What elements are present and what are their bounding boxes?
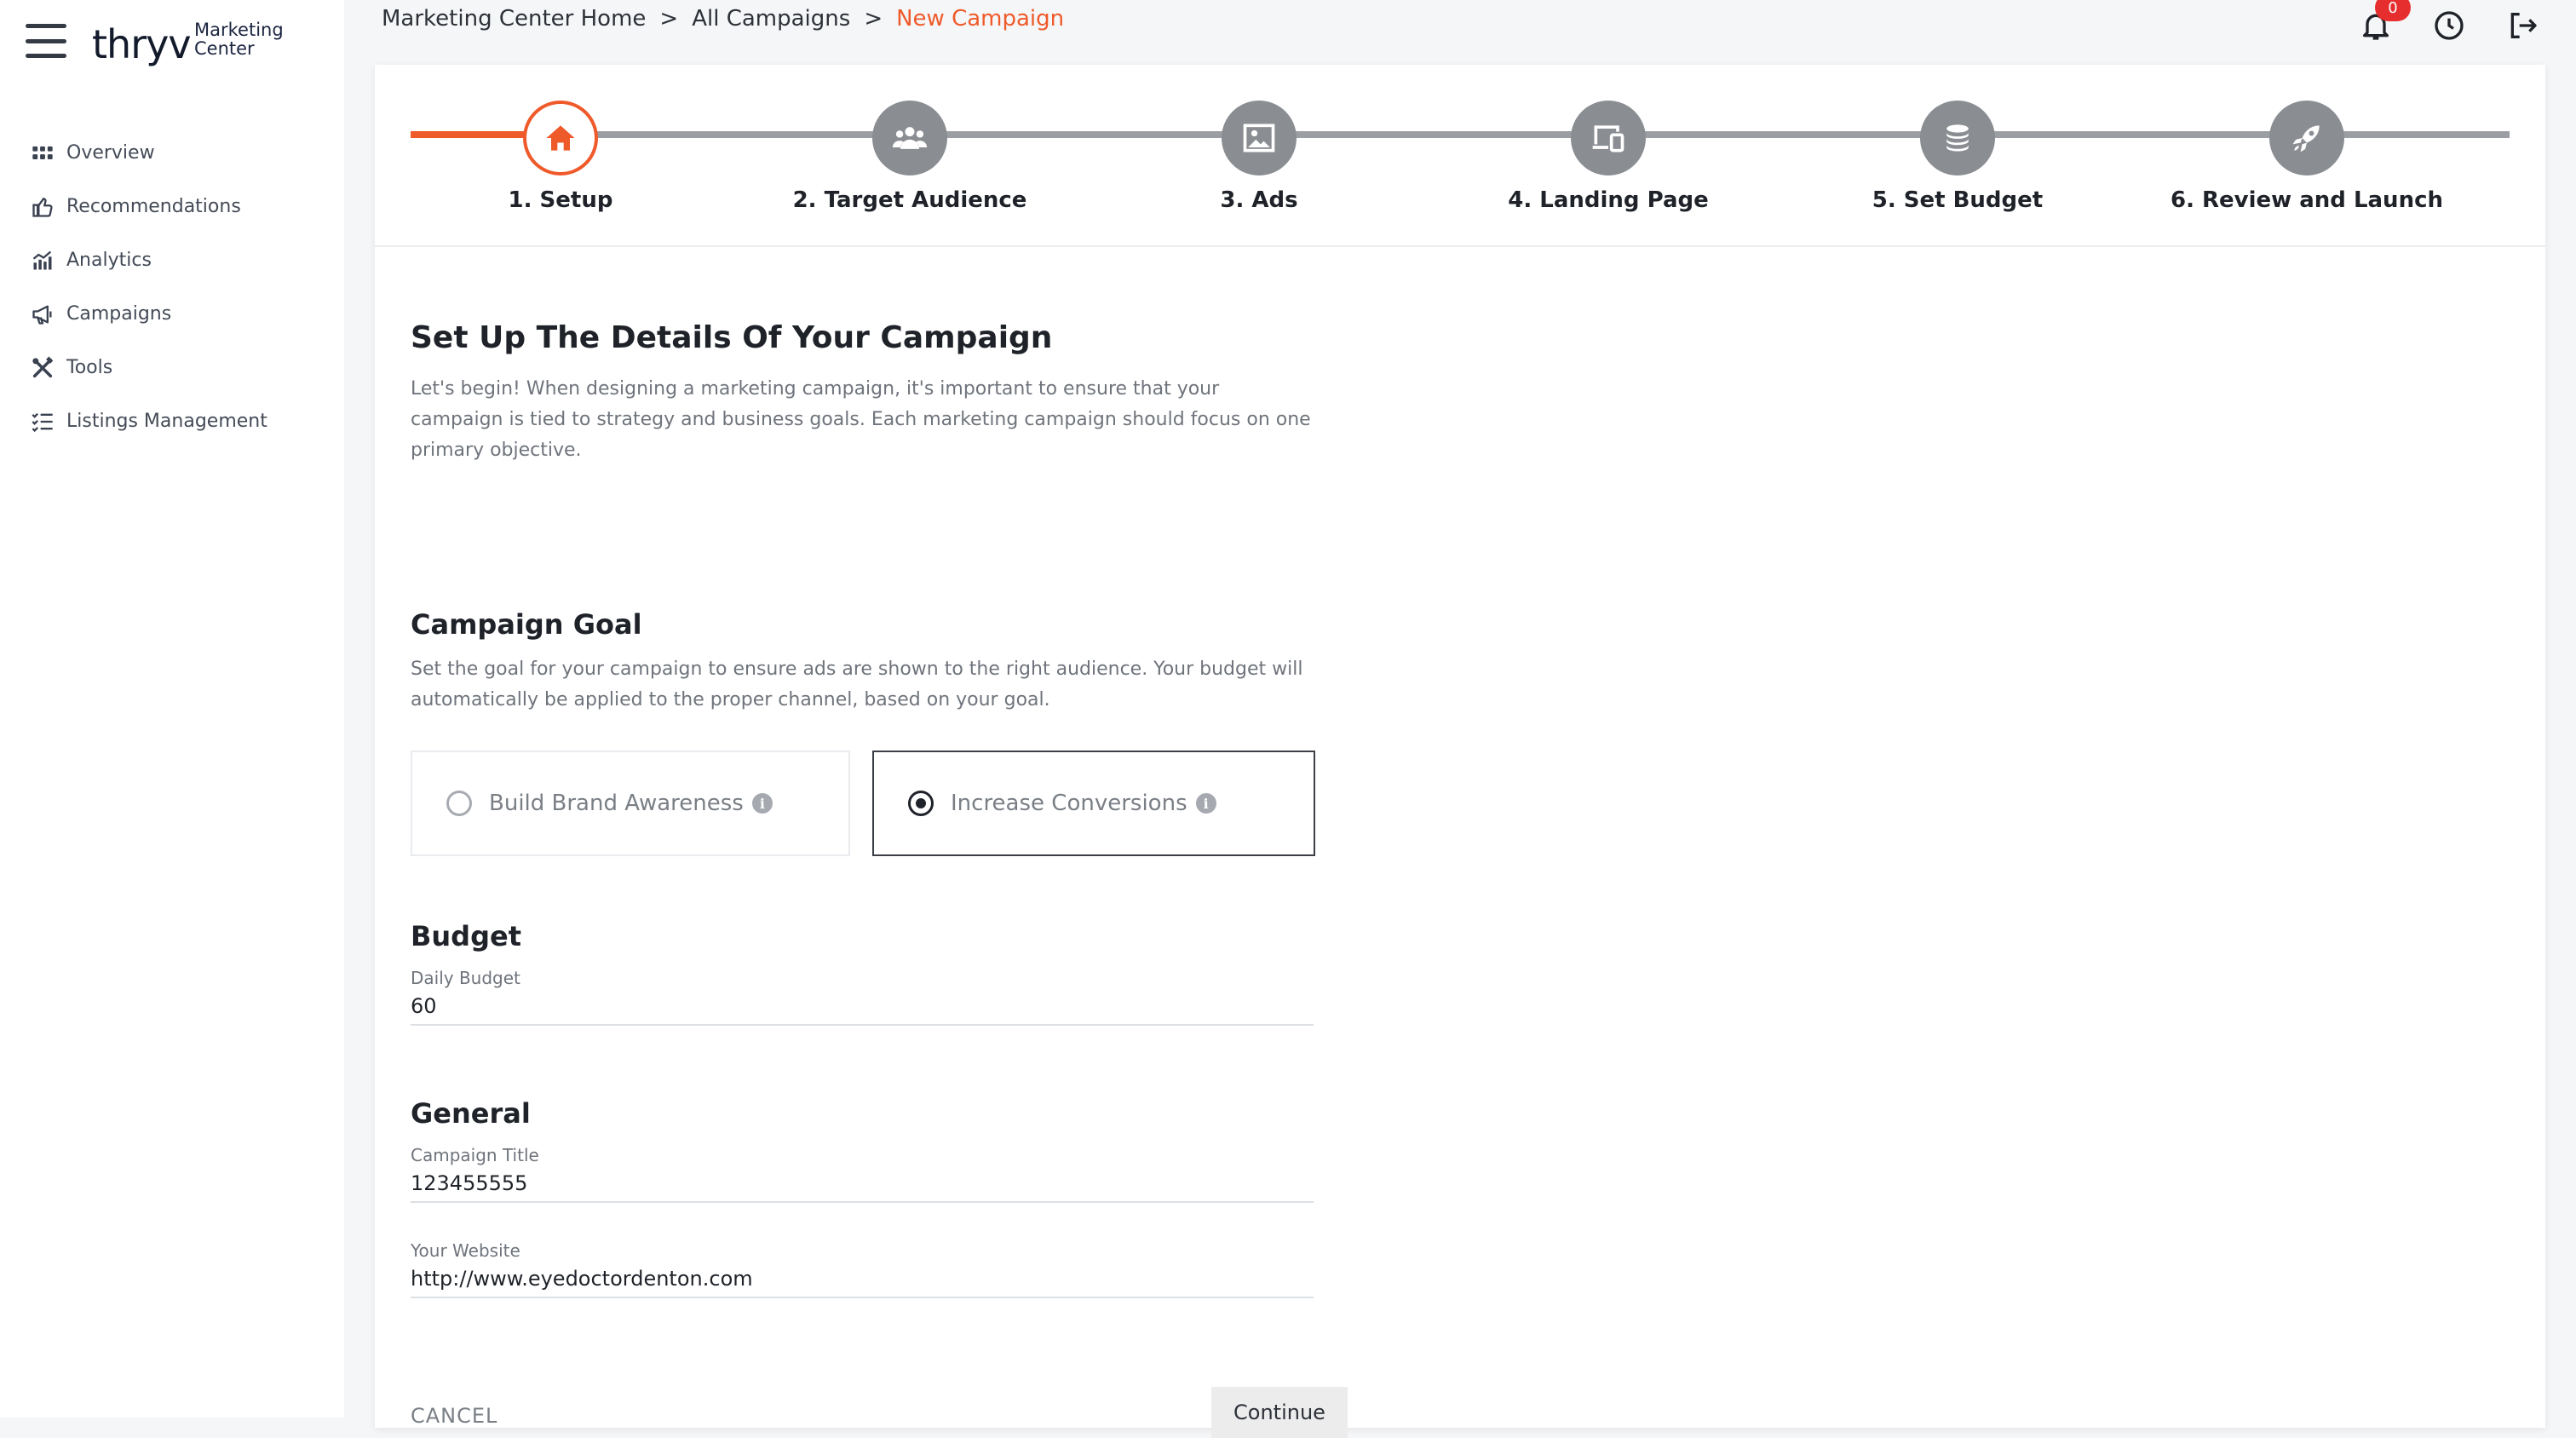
step-label: 2. Target Audience (792, 187, 1027, 213)
info-icon[interactable]: i (1195, 793, 1216, 814)
goal-option-label: Build Brand Awareness (489, 791, 744, 816)
breadcrumb-current: New Campaign (896, 6, 1065, 32)
radio-button[interactable] (908, 791, 934, 816)
sidebar-item-overview[interactable]: Overview (29, 126, 336, 180)
daily-budget-field: Daily Budget (411, 968, 1314, 1026)
logo-word: thryv (92, 21, 192, 67)
step-review-and-launch[interactable]: 6. Review and Launch (2162, 101, 2452, 213)
rocket-icon (2269, 101, 2344, 175)
website-field: Your Website (411, 1240, 1314, 1298)
step-label: 1. Setup (508, 187, 613, 213)
step-label: 3. Ads (1220, 187, 1298, 213)
goal-option-build-brand-awareness[interactable]: Build Brand Awareness i (411, 751, 850, 856)
devices-icon (1571, 101, 1646, 175)
info-icon[interactable]: i (751, 793, 773, 814)
logo-subtitle: Marketing Center (194, 20, 284, 59)
sidebar-item-label: Overview (66, 142, 155, 164)
clock-icon[interactable] (2429, 6, 2469, 45)
step-target-audience[interactable]: 2. Target Audience (765, 101, 1055, 213)
sidebar-item-analytics[interactable]: Analytics (29, 233, 336, 287)
sidebar-item-listings-management[interactable]: Listings Management (29, 394, 336, 448)
step-label: 5. Set Budget (1872, 187, 2044, 213)
sidebar-item-campaigns[interactable]: Campaigns (29, 287, 336, 341)
home-icon (523, 101, 598, 175)
general-title: General (411, 1097, 531, 1130)
breadcrumb-all-campaigns[interactable]: All Campaigns (692, 6, 850, 32)
goal-option-increase-conversions[interactable]: Increase Conversions i (872, 751, 1315, 856)
website-label: Your Website (411, 1240, 520, 1261)
goal-option-label: Increase Conversions (951, 791, 1187, 816)
breadcrumb-separator: > (864, 6, 883, 32)
goal-options: Build Brand Awareness i Increase Convers… (411, 751, 1315, 856)
campaign-title-field: Campaign Title (411, 1145, 1314, 1203)
sidebar-item-recommendations[interactable]: Recommendations (29, 180, 336, 233)
sidebar-item-label: Tools (66, 357, 113, 378)
hamburger-icon[interactable] (26, 24, 66, 58)
campaign-title-label: Campaign Title (411, 1145, 539, 1165)
radio-button[interactable] (446, 791, 472, 816)
breadcrumb: Marketing Center Home > All Campaigns > … (382, 3, 1064, 34)
checklist-icon (29, 408, 56, 435)
bell-icon[interactable]: 0 (2356, 0, 2411, 45)
daily-budget-label: Daily Budget (411, 968, 520, 988)
notification-badge: 0 (2375, 0, 2411, 21)
sidebar: thryv Marketing Center Overview Recommen… (0, 0, 344, 1418)
sidebar-item-tools[interactable]: Tools (29, 341, 336, 394)
coins-icon (1920, 101, 1995, 175)
daily-budget-input[interactable] (411, 988, 1314, 1026)
megaphone-icon (29, 301, 56, 328)
step-label: 6. Review and Launch (2170, 187, 2443, 213)
tools-icon (29, 354, 56, 382)
breadcrumb-separator: > (659, 6, 679, 32)
step-landing-page[interactable]: 4. Landing Page (1463, 101, 1753, 213)
campaign-title-input[interactable] (411, 1165, 1314, 1203)
sidebar-item-label: Campaigns (66, 303, 172, 325)
sidebar-item-label: Listings Management (66, 411, 267, 432)
continue-button[interactable]: Continue (1211, 1387, 1348, 1438)
main-card: 1. Setup 2. Target Audience 3. Ads 4. La… (375, 65, 2545, 1438)
sidebar-nav: Overview Recommendations Analytics Campa… (29, 126, 336, 448)
thumbs-up-icon (29, 193, 56, 221)
step-setup[interactable]: 1. Setup (416, 101, 705, 213)
logout-icon[interactable] (2503, 6, 2542, 45)
step-set-budget[interactable]: 5. Set Budget (1813, 101, 2102, 213)
top-actions: 0 (2356, 0, 2542, 46)
image-icon (1222, 101, 1297, 175)
section-description: Let's begin! When designing a marketing … (411, 378, 1311, 461)
cancel-button[interactable]: CANCEL (411, 1404, 497, 1428)
website-input[interactable] (411, 1261, 1314, 1298)
step-label: 4. Landing Page (1508, 187, 1709, 213)
sidebar-item-label: Recommendations (66, 196, 241, 217)
step-ads[interactable]: 3. Ads (1114, 101, 1404, 213)
breadcrumb-home[interactable]: Marketing Center Home (382, 6, 646, 32)
campaign-goal-title: Campaign Goal (411, 608, 642, 641)
section-title: Set Up The Details Of Your Campaign (411, 320, 1053, 355)
sidebar-item-label: Analytics (66, 250, 152, 271)
campaign-goal-description: Set the goal for your campaign to ensure… (411, 659, 1303, 710)
chart-icon (29, 247, 56, 274)
users-icon (872, 101, 947, 175)
budget-title: Budget (411, 920, 521, 952)
grid-icon (29, 140, 56, 167)
campaign-stepper: 1. Setup 2. Target Audience 3. Ads 4. La… (375, 65, 2545, 247)
campaign-setup-form: Set Up The Details Of Your Campaign Let'… (411, 320, 1348, 1438)
